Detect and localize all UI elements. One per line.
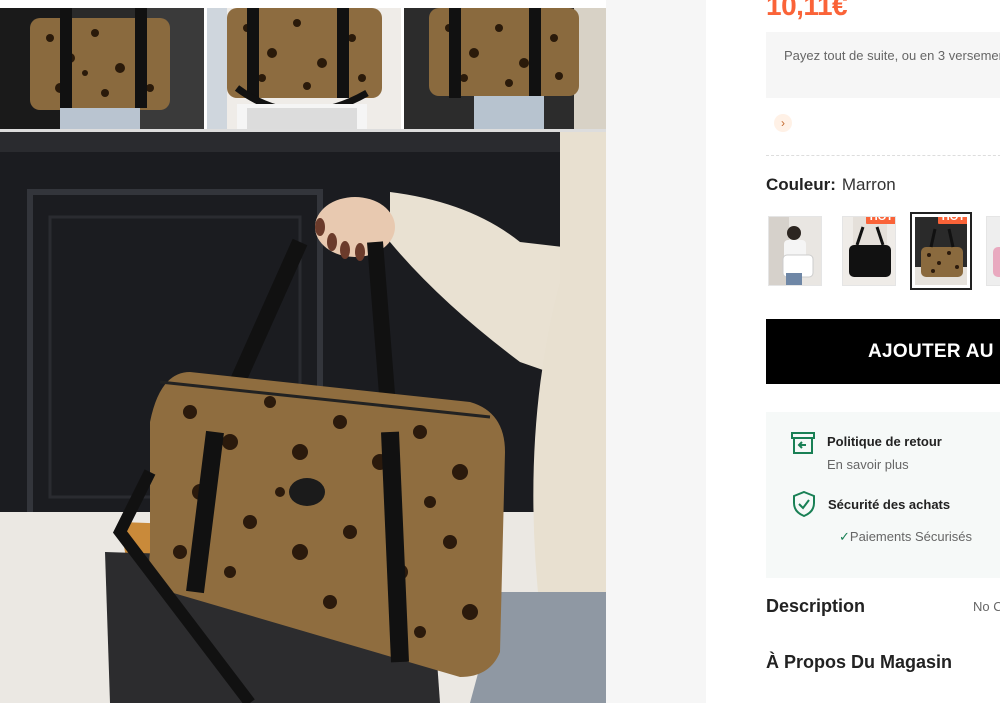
main-product-photo: [0, 132, 606, 703]
add-to-cart-button[interactable]: AJOUTER AU PANIER: [766, 319, 1000, 384]
gallery-thumbnail-strip: [0, 8, 606, 129]
color-swatch-black[interactable]: HOT: [842, 216, 896, 286]
secure-payment-label: Paiements Sécurisés: [849, 529, 973, 544]
color-swatch-white[interactable]: [768, 216, 822, 286]
check-icon: ✓: [839, 529, 850, 544]
hot-badge: HOT: [937, 217, 967, 224]
color-swatch-list: HOT HOT: [768, 212, 1000, 290]
about-store-heading[interactable]: À Propos Du Magasin: [766, 652, 952, 673]
section-divider: [766, 155, 1000, 156]
description-summary: No C: [973, 599, 1000, 614]
payment-installment-box[interactable]: Payez tout de suite, ou en 3 versements: [766, 32, 1000, 98]
gallery-thumbnail-1[interactable]: [0, 8, 204, 129]
purchase-security-title: Sécurité des achats: [828, 497, 951, 512]
gallery-thumbnail-3[interactable]: [404, 8, 606, 129]
shield-check-icon: [792, 490, 816, 522]
gallery-thumbnail-2[interactable]: [207, 8, 401, 129]
hot-badge: HOT: [865, 217, 895, 224]
payment-installment-text: Payez tout de suite, ou en 3 versements: [784, 48, 1000, 63]
selected-color-value: Marron: [841, 175, 896, 194]
color-selector-label: Couleur: Marron: [766, 175, 896, 195]
return-policy-icon: [791, 432, 815, 459]
product-page: 10,11€ Payez tout de suite, ou en 3 vers…: [0, 0, 1000, 703]
return-policy-title: Politique de retour: [827, 434, 942, 449]
secure-payment-item: ✓Paiements Sécurisés: [839, 529, 972, 545]
description-heading[interactable]: Description: [766, 596, 865, 617]
color-label: Couleur:: [766, 175, 836, 194]
color-swatch-brown[interactable]: HOT: [910, 212, 972, 290]
return-policy-link[interactable]: En savoir plus: [827, 457, 909, 472]
color-swatch-pink[interactable]: [986, 216, 1000, 286]
page-gutter: [606, 0, 706, 703]
product-gallery: [0, 8, 606, 703]
chevron-right-icon[interactable]: ›: [774, 114, 792, 132]
product-price: 10,11€: [766, 0, 848, 21]
shopping-benefits-box: Politique de retour En savoir plus Sécur…: [766, 412, 1000, 578]
